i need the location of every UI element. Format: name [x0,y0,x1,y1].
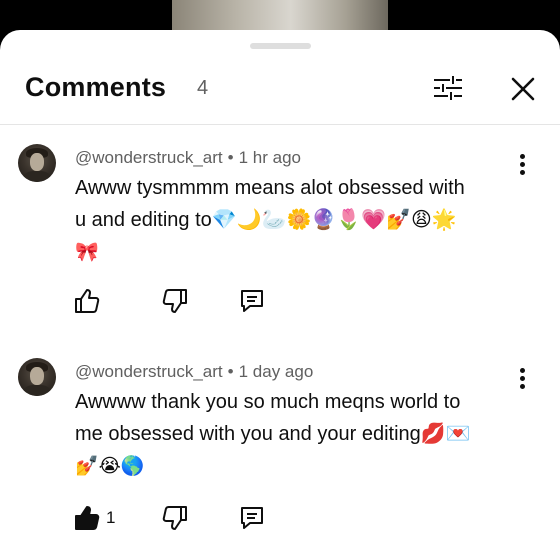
comment-text-line: me obsessed with you and your editing💋💌 [75,423,471,445]
separator: • [227,148,234,167]
reply-icon[interactable] [238,287,266,315]
comment-count: 4 [197,77,209,99]
dislike-icon[interactable] [161,287,189,315]
like-icon[interactable] [73,287,101,315]
comment-text-line: Awww tysmmmm means alot obsessed with [75,177,465,199]
dislike-icon[interactable] [161,504,189,532]
comment-text: Awwww thank you so much meqns world to m… [75,386,515,482]
more-options-icon[interactable] [514,366,532,390]
avatar[interactable] [18,358,56,396]
comment-text: Awww tysmmmm means alot obsessed with u … [75,172,515,268]
comment-text-line: u and editing to💎🌙🦢🌼🔮🌷💗💅😩🌟 [75,209,457,231]
comment-text-line: Awwww thank you so much meqns world to [75,391,461,413]
sliders-icon[interactable] [430,72,466,104]
reply-icon[interactable] [238,504,266,532]
comment-time: 1 hr ago [238,148,301,167]
comment-actions [73,287,293,315]
comment-meta: @wonderstruck_art • 1 day ago [75,362,313,382]
comment-actions: 1 [73,504,293,532]
comment-meta: @wonderstruck_art • 1 hr ago [75,148,301,168]
comments-header: Comments 4 [0,66,560,110]
comment-author[interactable]: @wonderstruck_art [75,148,223,167]
comment-text-line: 🎀 [75,241,99,263]
like-count: 1 [106,508,116,527]
close-icon[interactable] [506,72,540,106]
drag-handle[interactable] [250,43,311,49]
comment-text-line: 💅😭🌎 [75,455,145,477]
separator: • [227,362,234,381]
comment-time: 1 day ago [238,362,314,381]
comment-author[interactable]: @wonderstruck_art [75,362,223,381]
avatar[interactable] [18,144,56,182]
like-filled-icon[interactable] [73,504,101,532]
header-divider [0,124,560,125]
page-title: Comments [25,72,167,102]
more-options-icon[interactable] [514,152,532,176]
